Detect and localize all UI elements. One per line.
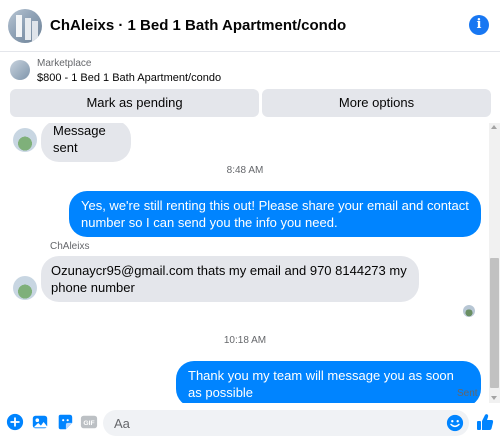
more-options-button[interactable]: More options xyxy=(262,89,491,117)
conversation-title[interactable]: ChAleixs · 1 Bed 1 Bath Apartment/condo xyxy=(50,17,346,34)
plus-icon[interactable] xyxy=(6,413,24,431)
seen-receipt-avatar xyxy=(463,305,475,317)
message-bubble-incoming: Ozunaycr95@gmail.com thats my email and … xyxy=(41,256,419,302)
message-input[interactable] xyxy=(103,410,469,436)
emoji-icon[interactable] xyxy=(446,414,464,432)
listing-thumbnail xyxy=(10,60,30,80)
like-icon[interactable] xyxy=(475,412,495,432)
photo-icon[interactable] xyxy=(31,413,49,431)
message-bubble-incoming: Message sent xyxy=(41,123,131,162)
delivery-status: Sent xyxy=(457,388,478,399)
message-thread: Message sent 8:48 AM Yes, we're still re… xyxy=(0,123,489,403)
listing-source-label: Marketplace xyxy=(37,58,92,69)
sticker-icon[interactable] xyxy=(56,413,74,431)
listing-avatar[interactable] xyxy=(8,9,42,43)
sender-avatar[interactable] xyxy=(13,128,37,152)
mark-as-pending-button[interactable]: Mark as pending xyxy=(10,89,259,117)
scroll-down-arrow-icon[interactable] xyxy=(491,396,497,400)
message-bubble-outgoing: Thank you my team will message you as so… xyxy=(176,361,481,403)
scrollbar-thumb[interactable] xyxy=(490,258,499,388)
gif-icon[interactable]: GIF xyxy=(80,413,98,431)
message-timestamp: 8:48 AM xyxy=(226,165,264,176)
scroll-up-arrow-icon[interactable] xyxy=(491,125,497,129)
message-bubble-outgoing: Yes, we're still renting this out! Pleas… xyxy=(69,191,481,237)
message-timestamp: 10:18 AM xyxy=(223,335,267,346)
listing-title: $800 - 1 Bed 1 Bath Apartment/condo xyxy=(37,72,222,84)
svg-text:GIF: GIF xyxy=(83,420,94,427)
sender-avatar[interactable] xyxy=(13,276,37,300)
marketplace-listing[interactable]: Marketplace $800 - 1 Bed 1 Bath Apartmen… xyxy=(0,53,500,87)
sender-name: ChAleixs xyxy=(50,241,90,252)
info-icon[interactable]: i xyxy=(469,15,489,35)
conversation-header: ChAleixs · 1 Bed 1 Bath Apartment/condo … xyxy=(0,0,500,52)
